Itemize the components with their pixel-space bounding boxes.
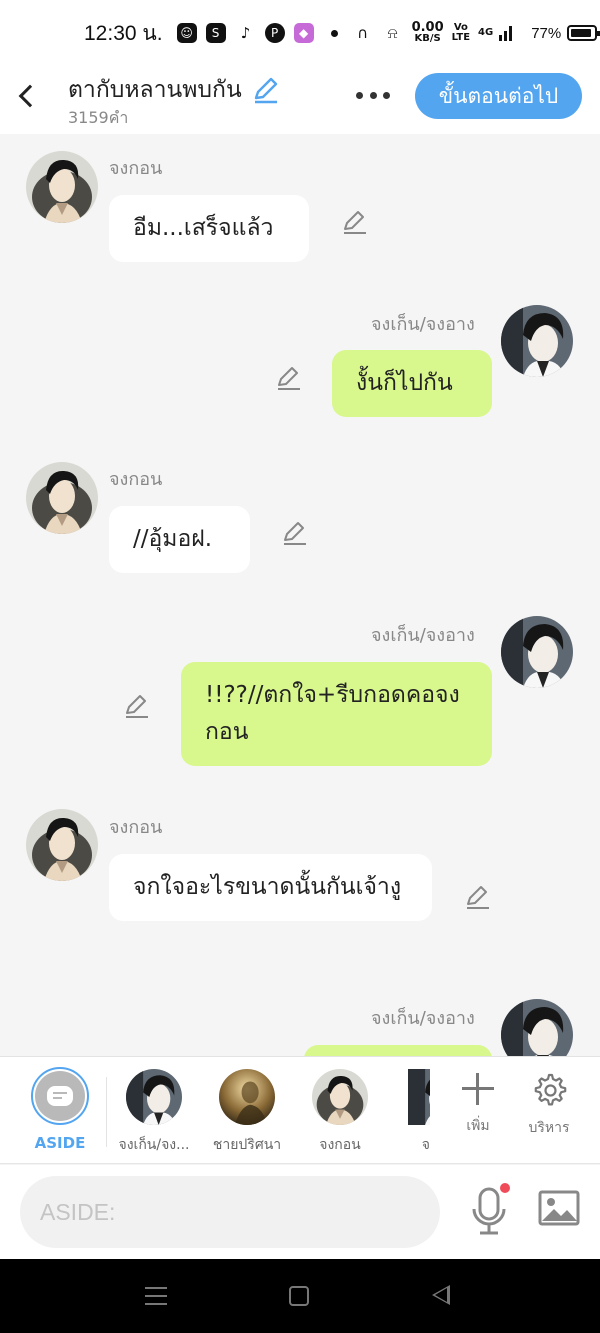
pencil-icon[interactable]: [273, 363, 303, 393]
pencil-icon[interactable]: [462, 882, 492, 912]
gear-icon: [531, 1073, 567, 1111]
aside-text-input[interactable]: [20, 1176, 440, 1248]
battery-icon: [567, 25, 600, 41]
pencil-icon[interactable]: [339, 207, 369, 237]
message-bubble[interactable]: จกใจอะไรขนาดนั้นกันเจ้างู: [109, 854, 432, 921]
message-bubble[interactable]: //อุ้มอฝ.: [109, 506, 250, 573]
message-bubble[interactable]: งั้นก็ไปกัน: [332, 350, 492, 417]
speaker-name: จงเก็น/จงอาง: [371, 1008, 475, 1029]
character-label: จงเก็น/จง...: [118, 1137, 190, 1153]
character-avatar: [408, 1069, 430, 1125]
system-navigation-bar: [0, 1259, 600, 1333]
mute-bell-icon: ⍾: [387, 24, 398, 42]
network-type: 4G: [478, 27, 494, 38]
signal-icon: [495, 22, 517, 44]
character-jonggen[interactable]: จงเก็น/จง...: [109, 1069, 199, 1156]
more-notifications-dot-icon: [330, 29, 338, 37]
aside-label: ASIDE: [34, 1134, 86, 1152]
avatar-jonggen[interactable]: [501, 616, 573, 688]
avatar-jonggon[interactable]: [26, 151, 98, 223]
message-bubble[interactable]: อีม...เสร็จแล้ว: [109, 195, 309, 262]
net-speed: 0.00 KB/S: [412, 21, 444, 44]
headphones-icon: ∩: [357, 24, 369, 42]
divider: [106, 1077, 107, 1147]
pencil-icon[interactable]: [279, 518, 309, 548]
back-button[interactable]: [14, 80, 42, 114]
character-jonggon[interactable]: จงกอน: [295, 1069, 385, 1156]
chat-area[interactable]: จงกอน อีม...เสร็จแล้ว จงเก็น/จงอาง งั้นก…: [0, 134, 600, 1056]
app-notification-icon: ☺: [176, 23, 197, 43]
plus-icon: [462, 1073, 494, 1105]
word-count: 3159คำ: [68, 108, 129, 127]
character-avatar: [312, 1069, 368, 1125]
manage-button[interactable]: บริหาร: [519, 1071, 579, 1139]
avatar-jonggon[interactable]: [26, 809, 98, 881]
shopping-bag-icon: S: [205, 23, 226, 43]
character-selector: ASIDE จงเก็น/จง... ชายปริศนา จงกอน จ เพิ…: [0, 1056, 600, 1164]
nav-back-button[interactable]: [432, 1285, 450, 1305]
character-avatar: [126, 1069, 182, 1125]
tiktok-icon: ♪: [240, 24, 251, 42]
recent-apps-button[interactable]: [145, 1287, 167, 1305]
volte-indicator: Vo LTE: [452, 23, 470, 43]
character-label: จ: [421, 1137, 430, 1153]
speaker-name: จงกอน: [109, 158, 163, 179]
image-button[interactable]: [537, 1189, 581, 1229]
battery-percent: 77%: [531, 24, 562, 42]
speaker-name: จงเก็น/จงอาง: [371, 625, 475, 646]
top-bar: ตากับหลานพบกัน 3159คำ ขั้นตอนต่อไป: [0, 66, 600, 134]
image-icon: [538, 1190, 580, 1226]
character-label: ชายปริศนา: [212, 1137, 282, 1153]
character-avatar: [219, 1069, 275, 1125]
add-character-button[interactable]: เพิ่ม: [448, 1071, 508, 1137]
character-partial[interactable]: จ: [402, 1069, 430, 1156]
more-options-button[interactable]: [352, 82, 394, 108]
story-title: ตากับหลานพบกัน: [68, 77, 242, 103]
aside-chat-icon: [47, 1086, 73, 1106]
more-dot: [383, 91, 390, 99]
input-bar: [0, 1165, 600, 1259]
speaker-name: จงเก็น/จงอาง: [371, 314, 475, 335]
avatar-jonggen[interactable]: [501, 305, 573, 377]
manage-label: บริหาร: [528, 1120, 570, 1136]
story-title-area: ตากับหลานพบกัน: [68, 72, 281, 108]
avatar-jonggon[interactable]: [26, 462, 98, 534]
chat-editor-screen: 12:30 น. ☺ S ♪ P ◆ ∩ ⍾ 0.00 KB/S Vo LTE …: [0, 0, 600, 1333]
pencil-icon[interactable]: [251, 75, 281, 105]
avatar-jonggen[interactable]: [501, 999, 573, 1056]
add-label: เพิ่ม: [466, 1118, 490, 1134]
next-step-button[interactable]: ขั้นตอนต่อไป: [415, 73, 582, 119]
speaker-name: จงกอน: [109, 817, 163, 838]
pinterest-icon: P: [264, 23, 285, 43]
more-dots-icon: [356, 91, 363, 99]
aside-avatar: [35, 1071, 85, 1121]
more-dot: [369, 91, 377, 99]
message-bubble[interactable]: [304, 1045, 492, 1056]
home-button[interactable]: [289, 1286, 309, 1306]
network-indicator: 4G: [478, 28, 493, 38]
aside-button[interactable]: [31, 1067, 89, 1125]
message-bubble[interactable]: !!??//ตกใจ+รีบกอดคอจงกอน: [181, 662, 492, 766]
volte-bottom: LTE: [451, 32, 471, 43]
character-mystery-man[interactable]: ชายปริศนา: [202, 1069, 292, 1156]
pencil-icon[interactable]: [121, 691, 151, 721]
notification-dot: [500, 1183, 510, 1193]
app-icon: ◆: [293, 23, 314, 43]
status-bar: 12:30 น. ☺ S ♪ P ◆ ∩ ⍾ 0.00 KB/S Vo LTE …: [0, 0, 600, 66]
net-speed-unit: KB/S: [414, 32, 441, 44]
status-time: 12:30 น.: [84, 21, 163, 45]
speaker-name: จงกอน: [109, 469, 163, 490]
character-label: จงกอน: [319, 1137, 361, 1153]
